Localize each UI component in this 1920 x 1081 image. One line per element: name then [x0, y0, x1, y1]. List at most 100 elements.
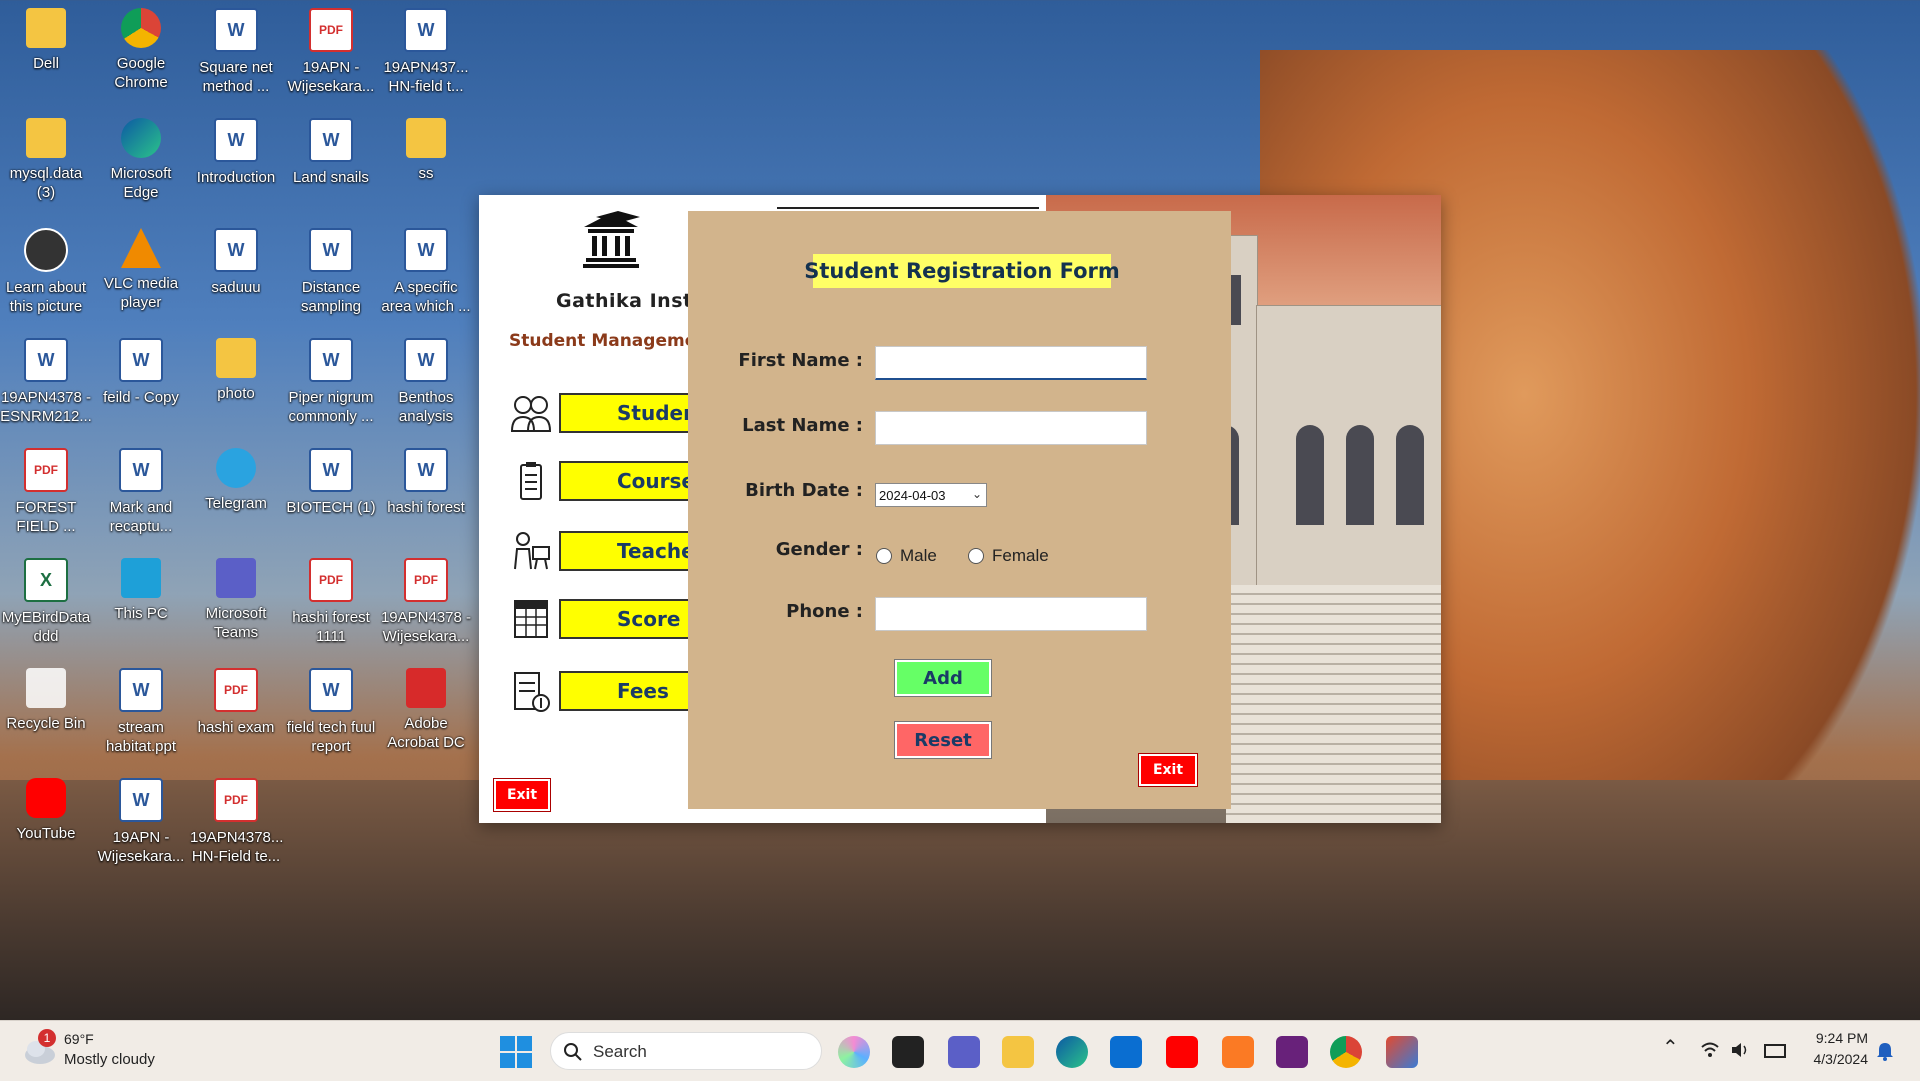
folder-icon	[26, 8, 66, 48]
desktop-icon-label: Square net method ...	[199, 59, 273, 95]
desktop-icon[interactable]: Wfeild - Copy	[95, 334, 187, 407]
desktop-icon[interactable]: Adobe Acrobat DC	[380, 664, 472, 752]
desktop-icon-label: FOREST FIELD ...	[15, 499, 77, 535]
desktop-icon[interactable]: photo	[190, 334, 282, 403]
clock-time[interactable]: 9:24 PM	[1810, 1030, 1868, 1046]
desktop-icon[interactable]: Microsoft Edge	[95, 114, 187, 202]
birth-date-picker[interactable]: 2024-04-03 ⌄	[875, 483, 987, 507]
first-name-input[interactable]	[875, 346, 1147, 380]
weather-description[interactable]: Mostly cloudy	[64, 1051, 155, 1068]
weather-temperature[interactable]: 69°F	[64, 1031, 94, 1047]
desktop-icon[interactable]: This PC	[95, 554, 187, 623]
teams-icon[interactable]	[948, 1036, 980, 1068]
desktop-icon[interactable]: W BIOTECH (1)	[285, 444, 377, 517]
desktop-icon[interactable]: W Piper nigrum commonly ...	[285, 334, 377, 426]
word-doc-icon: W	[309, 228, 353, 272]
chrome-icon[interactable]	[1330, 1036, 1362, 1068]
desktop-icon[interactable]: X MyEBirdData ddd	[0, 554, 92, 646]
monitor-icon	[121, 558, 161, 598]
copilot-icon[interactable]	[838, 1036, 870, 1068]
desktop-icon[interactable]: PDF 19APN4378 -Wijesekara...	[380, 554, 472, 646]
last-name-input[interactable]	[875, 411, 1147, 445]
camera-icon	[24, 228, 68, 272]
xampp-icon[interactable]	[1222, 1036, 1254, 1068]
desktop-icon[interactable]: PDF 19APN4378... HN-Field te...	[190, 774, 283, 866]
gender-female-radio[interactable]	[968, 548, 984, 564]
youtube-icon[interactable]	[1166, 1036, 1198, 1068]
desktop-icon[interactable]: Whashi forest	[380, 444, 472, 517]
app-subtitle: Student Management	[509, 331, 717, 351]
birth-date-label: Birth Date :	[745, 480, 863, 501]
word-doc-icon: W	[24, 338, 68, 382]
gender-male-radio[interactable]	[876, 548, 892, 564]
desktop-icon[interactable]: mysql.data (3)	[0, 114, 92, 202]
desktop-icon[interactable]: W Introduction	[190, 114, 282, 187]
folder-icon	[406, 118, 446, 158]
desktop-icon-label: This PC	[114, 605, 168, 622]
desktop-icon[interactable]: W Land snails	[285, 114, 377, 187]
students-icon	[510, 396, 552, 432]
app-window-icon[interactable]	[1386, 1036, 1418, 1068]
chevron-up-icon[interactable]: ⌃	[1662, 1035, 1679, 1060]
desktop-icon[interactable]: YouTube	[0, 774, 92, 843]
desktop-icon[interactable]: W Square net method ...	[190, 4, 282, 96]
vlc-icon	[121, 228, 161, 268]
desktop-icon[interactable]: Wfield tech fuul report	[285, 664, 377, 756]
taskbar-search[interactable]: Search	[550, 1032, 822, 1070]
desktop-icon-label: BIOTECH (1)	[286, 499, 376, 516]
desktop-icon[interactable]: Telegram	[190, 444, 282, 513]
desktop-icon-label: mysql.data (3)	[9, 165, 83, 201]
folder-icon	[26, 118, 66, 158]
start-windows-icon[interactable]	[500, 1036, 532, 1068]
desktop-icon[interactable]: ss	[380, 114, 472, 183]
word-doc-icon: W	[404, 228, 448, 272]
first-name-label: First Name :	[738, 350, 863, 371]
notification-bell-icon[interactable]	[1876, 1041, 1894, 1061]
desktop-icon[interactable]: W 19APN4378 -ESNRM212...	[0, 334, 92, 426]
desktop-icon-label: Recycle Bin	[6, 715, 86, 732]
word-doc-icon: W	[309, 668, 353, 712]
battery-icon[interactable]	[1764, 1044, 1786, 1058]
chrome-icon	[121, 8, 161, 48]
desktop-icon[interactable]: W 19APN -Wijesekara...	[95, 774, 187, 866]
phone-input[interactable]	[875, 597, 1147, 631]
desktop-icon[interactable]: PDF hashi forest 1111	[285, 554, 377, 646]
desktop-icon[interactable]: W Distance sampling	[285, 224, 377, 316]
chevron-down-icon[interactable]: ⌄	[972, 487, 982, 501]
word-doc-icon: W	[119, 338, 163, 382]
teacher-icon	[514, 532, 550, 570]
desktop-icon[interactable]: PDF 19APN -Wijesekara...	[285, 4, 377, 96]
volume-icon[interactable]	[1730, 1041, 1750, 1059]
reset-button[interactable]: Reset	[895, 722, 991, 758]
desktop-icon[interactable]: Learn about this picture	[0, 224, 92, 316]
desktop-icon[interactable]: Wsaduuu	[190, 224, 282, 297]
desktop-icon-label: VLC media player	[103, 275, 179, 311]
gender-male-label: Male	[900, 546, 937, 565]
form-exit-button[interactable]: Exit	[1139, 754, 1197, 786]
sidebar-exit-button[interactable]: Exit	[494, 779, 550, 811]
desktop-icon[interactable]: W A specific area which ...	[380, 224, 472, 316]
desktop-icon[interactable]: Recycle Bin	[0, 664, 92, 733]
desktop-icon[interactable]: PDF hashi exam	[190, 664, 282, 737]
desktop-icon-label: MyEBirdData ddd	[1, 609, 91, 645]
desktop-icon[interactable]: W 19APN437... HN-field t...	[380, 4, 472, 96]
file-explorer-icon[interactable]	[1002, 1036, 1034, 1068]
word-doc-icon: W	[119, 668, 163, 712]
desktop-icon[interactable]: Dell	[0, 4, 92, 73]
desktop-icon[interactable]: PDF FOREST FIELD ...	[0, 444, 92, 536]
wifi-icon[interactable]	[1700, 1041, 1720, 1059]
desktop-icon[interactable]: W Benthos analysis	[380, 334, 472, 426]
add-button[interactable]: Add	[895, 660, 991, 696]
desktop-icon[interactable]: Microsoft Teams	[190, 554, 282, 642]
visual-studio-icon[interactable]	[1276, 1036, 1308, 1068]
desktop-icon[interactable]: W Mark and recaptu...	[95, 444, 187, 536]
desktop-icon-label: Telegram	[205, 495, 267, 512]
clipboard-icon	[520, 462, 542, 500]
task-view-icon[interactable]	[892, 1036, 924, 1068]
store-icon[interactable]	[1110, 1036, 1142, 1068]
desktop-icon[interactable]: Wstream habitat.ppt	[95, 664, 187, 756]
desktop-icon[interactable]: Google Chrome	[95, 4, 187, 92]
desktop-icon[interactable]: VLC media player	[95, 224, 187, 312]
edge-icon[interactable]	[1056, 1036, 1088, 1068]
clock-date[interactable]: 4/3/2024	[1800, 1051, 1869, 1067]
